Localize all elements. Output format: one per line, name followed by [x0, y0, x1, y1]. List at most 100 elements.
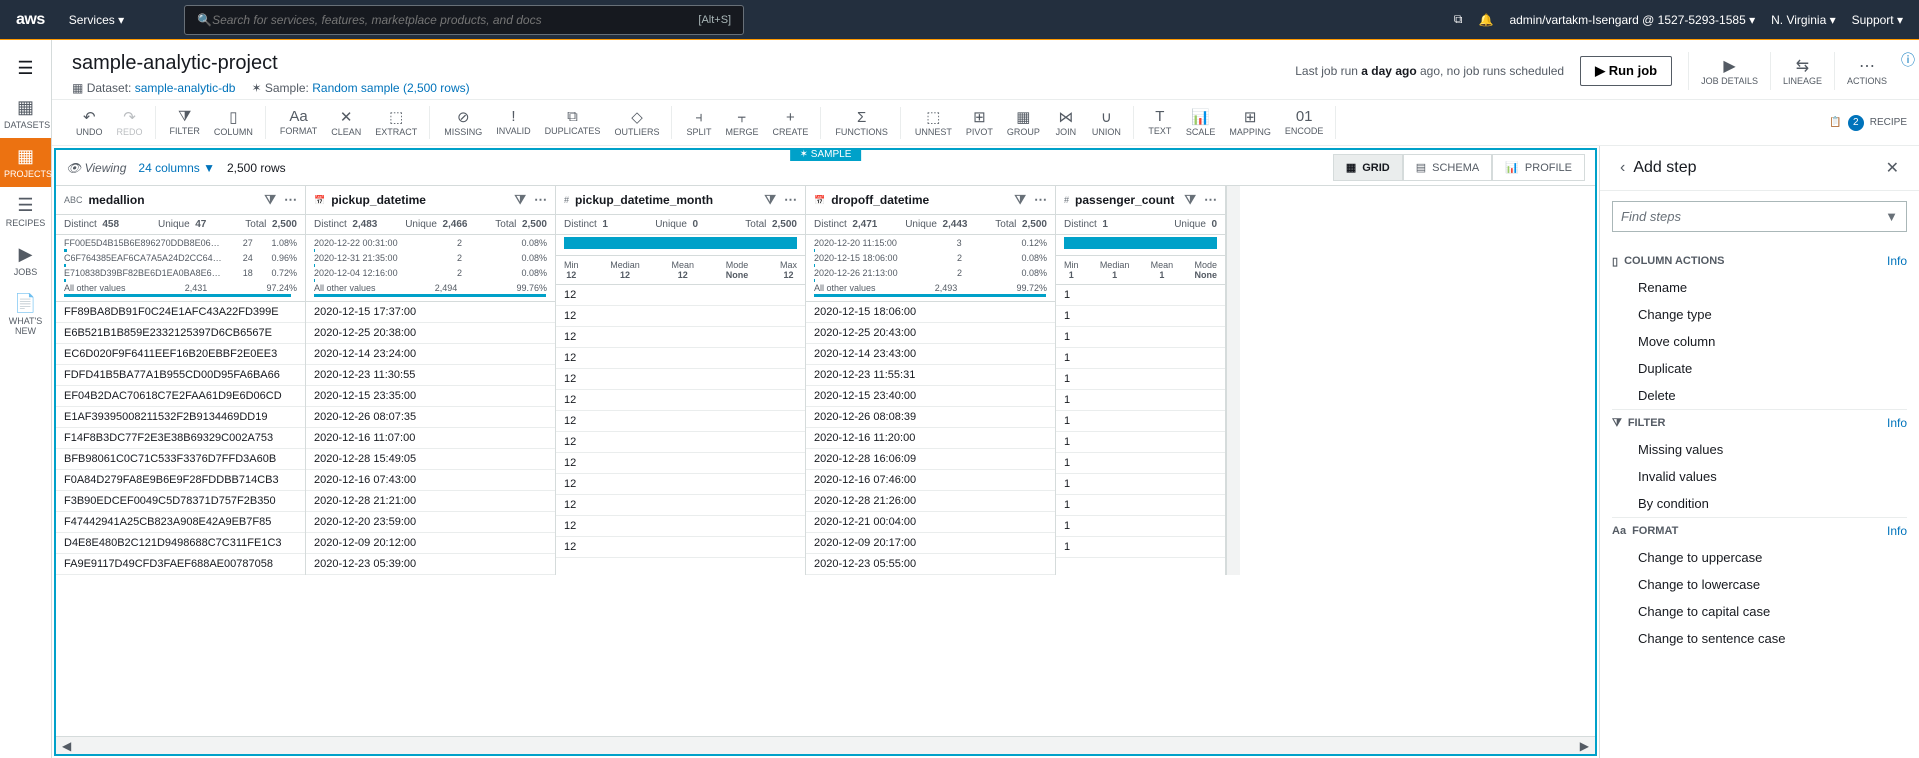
- more-icon[interactable]: ⋯: [784, 192, 797, 208]
- cell[interactable]: FF89BA8DB91F0C24E1AFC43A22FD399E: [56, 302, 305, 323]
- cell[interactable]: 2020-12-28 21:21:00: [306, 491, 555, 512]
- clean-tool[interactable]: ✕CLEAN: [325, 106, 367, 139]
- cell[interactable]: 12: [556, 411, 805, 432]
- cell[interactable]: 12: [556, 327, 805, 348]
- cell[interactable]: FA9E9117D49CFD3FAEF688AE00787058: [56, 554, 305, 575]
- cell[interactable]: F0A84D279FA8E9B6E9F28FDDBB714CB3: [56, 470, 305, 491]
- by-condition-action[interactable]: By condition: [1612, 490, 1907, 517]
- cell[interactable]: 12: [556, 495, 805, 516]
- horizontal-scrollbar[interactable]: ◀▶: [56, 736, 1595, 754]
- menu-icon[interactable]: ☰: [7, 48, 43, 89]
- uppercase-action[interactable]: Change to uppercase: [1612, 544, 1907, 571]
- cell[interactable]: 1: [1056, 474, 1225, 495]
- cell[interactable]: 2020-12-16 11:07:00: [306, 428, 555, 449]
- cell[interactable]: 1: [1056, 453, 1225, 474]
- more-icon[interactable]: ⋯: [1034, 192, 1047, 208]
- duplicate-action[interactable]: Duplicate: [1612, 355, 1907, 382]
- more-icon[interactable]: ⋯: [1204, 192, 1217, 208]
- cell[interactable]: 2020-12-09 20:17:00: [806, 533, 1055, 554]
- cell[interactable]: 1: [1056, 306, 1225, 327]
- text-tool[interactable]: TTEXT: [1142, 106, 1178, 139]
- mapping-tool[interactable]: ⊞MAPPING: [1223, 106, 1277, 139]
- invalid-values-action[interactable]: Invalid values: [1612, 463, 1907, 490]
- cell[interactable]: 2020-12-26 08:07:35: [306, 407, 555, 428]
- cell[interactable]: 2020-12-23 11:30:55: [306, 365, 555, 386]
- cell[interactable]: 12: [556, 348, 805, 369]
- cell[interactable]: 2020-12-26 08:08:39: [806, 407, 1055, 428]
- cell[interactable]: 1: [1056, 537, 1225, 558]
- actions-menu[interactable]: ⋯ACTIONS: [1834, 52, 1899, 90]
- cell[interactable]: FDFD41B5BA77A1B955CD00D95FA6BA66: [56, 365, 305, 386]
- missing-values-action[interactable]: Missing values: [1612, 436, 1907, 463]
- nav-jobs[interactable]: ▶JOBS: [0, 236, 51, 285]
- global-search[interactable]: 🔍 [Alt+S]: [184, 5, 744, 35]
- profile-tab[interactable]: 📊 PROFILE: [1492, 154, 1585, 181]
- cell[interactable]: 12: [556, 369, 805, 390]
- cell[interactable]: 12: [556, 285, 805, 306]
- cell[interactable]: 2020-12-16 07:46:00: [806, 470, 1055, 491]
- create-tool[interactable]: +CREATE: [767, 107, 815, 139]
- cell[interactable]: 1: [1056, 327, 1225, 348]
- grid-tab[interactable]: ▦ GRID: [1333, 154, 1403, 181]
- region-menu[interactable]: N. Virginia ▾: [1771, 13, 1836, 27]
- back-icon[interactable]: ‹: [1612, 159, 1633, 177]
- filter-icon[interactable]: ⧩: [764, 192, 776, 208]
- rename-action[interactable]: Rename: [1612, 274, 1907, 301]
- change-type-action[interactable]: Change type: [1612, 301, 1907, 328]
- cell[interactable]: 12: [556, 306, 805, 327]
- cell[interactable]: EF04B2DAC70618C7E2FAA61D9E6D06CD: [56, 386, 305, 407]
- union-tool[interactable]: ∪UNION: [1086, 106, 1127, 139]
- scale-tool[interactable]: 📊SCALE: [1180, 106, 1222, 139]
- info-link[interactable]: Info: [1887, 254, 1907, 268]
- filter-icon[interactable]: ⧩: [1184, 192, 1196, 208]
- encode-tool[interactable]: 01ENCODE: [1279, 106, 1330, 139]
- split-tool[interactable]: ⫞SPLIT: [680, 107, 717, 139]
- cell[interactable]: F47442941A25CB823A908E42A9EB7F85: [56, 512, 305, 533]
- nav-datasets[interactable]: ▦DATASETS: [0, 89, 51, 138]
- cell[interactable]: 2020-12-15 18:06:00: [806, 302, 1055, 323]
- cell[interactable]: 2020-12-25 20:43:00: [806, 323, 1055, 344]
- more-icon[interactable]: ⋯: [534, 192, 547, 208]
- filter-icon[interactable]: ⧩: [1014, 192, 1026, 208]
- cell[interactable]: D4E8E480B2C121D9498688C7C311FE1C3: [56, 533, 305, 554]
- services-menu[interactable]: Services ▾: [69, 13, 124, 27]
- filter-tool[interactable]: ⧩FILTER: [164, 106, 206, 139]
- lowercase-action[interactable]: Change to lowercase: [1612, 571, 1907, 598]
- close-icon[interactable]: ✕: [1878, 158, 1907, 178]
- find-steps-input[interactable]: Find steps▼: [1612, 201, 1907, 232]
- support-menu[interactable]: Support ▾: [1852, 13, 1903, 27]
- join-tool[interactable]: ⋈JOIN: [1048, 106, 1084, 139]
- cell[interactable]: 12: [556, 453, 805, 474]
- recipe-button[interactable]: 📋2 RECIPE: [1829, 115, 1907, 131]
- cell[interactable]: 1: [1056, 432, 1225, 453]
- job-details-button[interactable]: ▶JOB DETAILS: [1688, 52, 1770, 90]
- cell[interactable]: 2020-12-23 05:55:00: [806, 554, 1055, 575]
- delete-action[interactable]: Delete: [1612, 382, 1907, 409]
- cell[interactable]: 1: [1056, 348, 1225, 369]
- cloudshell-icon[interactable]: ⧉: [1454, 12, 1463, 27]
- run-job-button[interactable]: ▶ Run job: [1580, 56, 1672, 86]
- cell[interactable]: 2020-12-25 20:38:00: [306, 323, 555, 344]
- lineage-button[interactable]: ⇆LINEAGE: [1770, 52, 1834, 90]
- cell[interactable]: 2020-12-15 23:35:00: [306, 386, 555, 407]
- cell[interactable]: 1: [1056, 285, 1225, 306]
- info-link[interactable]: Info: [1887, 524, 1907, 538]
- cell[interactable]: 1: [1056, 369, 1225, 390]
- info-link[interactable]: Info: [1887, 416, 1907, 430]
- merge-tool[interactable]: ⫟MERGE: [719, 107, 764, 139]
- search-input[interactable]: [212, 13, 698, 27]
- more-icon[interactable]: ⋯: [284, 192, 297, 208]
- capitalcase-action[interactable]: Change to capital case: [1612, 598, 1907, 625]
- undo-button[interactable]: ↶UNDO: [70, 106, 109, 139]
- cell[interactable]: 2020-12-28 21:26:00: [806, 491, 1055, 512]
- account-menu[interactable]: admin/vartakm-Isengard @ 1527-5293-1585 …: [1509, 13, 1755, 27]
- cell[interactable]: 1: [1056, 390, 1225, 411]
- cell[interactable]: 1: [1056, 516, 1225, 537]
- cell[interactable]: 1: [1056, 411, 1225, 432]
- notifications-icon[interactable]: 🔔: [1478, 13, 1493, 27]
- cell[interactable]: 2020-12-09 20:12:00: [306, 533, 555, 554]
- cell[interactable]: BFB98061C0C71C533F3376D7FFD3A60B: [56, 449, 305, 470]
- cell[interactable]: 1: [1056, 495, 1225, 516]
- cell[interactable]: E6B521B1B859E2332125397D6CB6567E: [56, 323, 305, 344]
- unnest-tool[interactable]: ⬚UNNEST: [909, 106, 958, 139]
